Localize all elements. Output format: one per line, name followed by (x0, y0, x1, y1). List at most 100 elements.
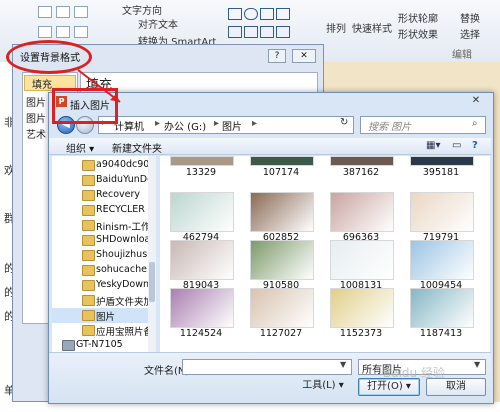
thumbnail-image[interactable] (330, 156, 394, 166)
rectangle-shape-icon[interactable] (228, 8, 242, 20)
category-picture-color[interactable]: 图片 (26, 110, 46, 125)
thumbnail-image[interactable] (170, 156, 234, 166)
thumbnail-image[interactable] (330, 192, 394, 232)
breadcrumb-pictures[interactable]: 图片 (222, 118, 242, 133)
thumbnail-label[interactable]: 387162 (326, 167, 396, 178)
tree-item-label: YeskyDownloa (96, 279, 152, 290)
tree-item[interactable]: GT-N7105 (52, 338, 152, 352)
align-left-icon[interactable] (38, 6, 52, 18)
highlight-circle (6, 40, 92, 74)
thumbnail-image[interactable] (250, 192, 314, 232)
thumbnail-image[interactable] (410, 192, 474, 232)
thumbnail-image[interactable] (410, 156, 474, 166)
tree-item[interactable]: SHDownload (52, 233, 152, 248)
chevron-down-icon[interactable]: ▼ (340, 360, 346, 369)
close-button[interactable]: ✕ (466, 95, 486, 107)
folder-icon (82, 280, 95, 291)
thumbnail-image[interactable] (250, 288, 314, 328)
search-icon[interactable]: ⌕ (472, 118, 478, 129)
folder-tree: a9040dc90d8 BaiduYunDow Recovery RECYCLER Ri… (52, 156, 153, 352)
tree-item-label: GT-N7105 (76, 339, 123, 350)
watermark: Baidu 经验 (383, 366, 445, 380)
thumbnail-label[interactable]: 1127027 (246, 328, 316, 339)
justify-icon[interactable] (38, 26, 52, 38)
folder-icon (82, 160, 95, 171)
help-icon[interactable]: ? (472, 140, 478, 151)
thumbnail-image[interactable] (170, 240, 234, 280)
category-picture-correction[interactable]: 图片 (26, 94, 46, 109)
tree-item[interactable]: sohucache (52, 263, 152, 278)
quick-styles-button[interactable]: 快速样式 (352, 20, 392, 35)
folder-icon (82, 175, 95, 186)
thumbnail-image[interactable] (250, 240, 314, 280)
folder-icon (82, 295, 95, 306)
category-fill[interactable]: 填充 (32, 76, 52, 91)
close-button[interactable]: ✕ (292, 49, 316, 63)
tree-item[interactable]: Shoujizhushou (52, 248, 152, 263)
shape-outline-button[interactable]: 形状轮廓 (398, 10, 438, 25)
category-artistic-effects[interactable]: 艺术 (26, 126, 46, 141)
preview-pane-icon[interactable]: ▭ (452, 140, 461, 151)
tree-scrollbar-thumb[interactable] (149, 262, 155, 302)
folder-icon (82, 310, 95, 321)
breadcrumb-separator-icon: ▸ (155, 118, 161, 129)
thumbnail-label[interactable]: 1187413 (406, 328, 476, 339)
thumbnail-image[interactable] (250, 156, 314, 166)
tree-item-label: BaiduYunDow (96, 174, 152, 185)
tree-item[interactable]: 图片 (52, 308, 152, 323)
refresh-icon[interactable]: ↻ (340, 117, 348, 128)
tree-item[interactable]: a9040dc90d8 (52, 158, 152, 173)
help-button[interactable]: ? (268, 49, 286, 63)
breadcrumb-computer[interactable]: 计算机 (114, 118, 144, 133)
tree-item[interactable]: Rinism-工作文 (52, 218, 152, 233)
tools-button[interactable]: 工具(L) ▾ (296, 378, 350, 394)
oval-shape-icon[interactable] (244, 8, 258, 20)
thumbnail-label[interactable]: 1124524 (166, 328, 236, 339)
callout-shape-icon[interactable] (244, 26, 258, 38)
thumbnail-image[interactable] (330, 288, 394, 328)
tree-item[interactable]: Recovery (52, 188, 152, 203)
folder-icon (82, 205, 95, 216)
thumbnail-label[interactable]: 107174 (246, 167, 316, 178)
thumbnail-image[interactable] (410, 288, 474, 328)
columns-icon[interactable] (56, 26, 70, 38)
arrow-shape-icon[interactable] (276, 8, 290, 20)
thumbnail-image[interactable] (330, 240, 394, 280)
tree-item[interactable]: 护盾文件夹加密 (52, 293, 152, 308)
bracket-shape-icon[interactable] (276, 26, 290, 38)
tree-item-label: sohucache (96, 264, 147, 275)
tree-item[interactable]: 应用宝照片备份 (52, 323, 152, 338)
breadcrumb-drive[interactable]: 办公 (G:) (164, 118, 206, 133)
arrange-button[interactable]: 排列 (326, 20, 346, 35)
thumbnail-image[interactable] (170, 288, 234, 328)
new-folder-button[interactable]: 新建文件夹 (112, 140, 162, 155)
replace-button[interactable]: 替换 (460, 10, 480, 25)
tree-item-label: Shoujizhushou (96, 249, 152, 260)
line-spacing-icon[interactable] (74, 26, 88, 38)
align-right-icon[interactable] (74, 6, 88, 18)
brace-shape-icon[interactable] (260, 26, 274, 38)
shape-effects-button[interactable]: 形状效果 (398, 26, 438, 41)
tree-item[interactable]: YeskyDownloa (52, 278, 152, 293)
tree-item[interactable]: RECYCLER (52, 203, 152, 218)
tree-item[interactable]: BaiduYunDow (52, 173, 152, 188)
text-direction-label[interactable]: 文字方向 (122, 2, 162, 17)
thumbnail-label[interactable]: 395181 (406, 167, 476, 178)
triangle-shape-icon[interactable] (260, 8, 274, 20)
chevron-down-icon[interactable]: ▼ (474, 360, 480, 369)
thumbnail-image[interactable] (410, 240, 474, 280)
star-shape-icon[interactable] (228, 26, 242, 38)
tree-scrollbar[interactable] (148, 156, 156, 352)
thumbnail-label[interactable]: 13329 (166, 167, 236, 178)
filename-input[interactable] (182, 359, 352, 375)
folder-icon (82, 265, 95, 276)
thumbnail-label[interactable]: 1152373 (326, 328, 396, 339)
editing-group-label: 编辑 (452, 50, 472, 61)
align-text-button[interactable]: 对齐文本 (138, 16, 178, 31)
view-options-icon[interactable]: ▦▾ (426, 140, 440, 151)
select-button[interactable]: 选择 (460, 26, 480, 41)
thumbnail-image[interactable] (170, 192, 234, 232)
align-center-icon[interactable] (56, 6, 70, 18)
folder-icon (82, 235, 95, 246)
organize-button[interactable]: 组织 ▾ (66, 140, 94, 155)
